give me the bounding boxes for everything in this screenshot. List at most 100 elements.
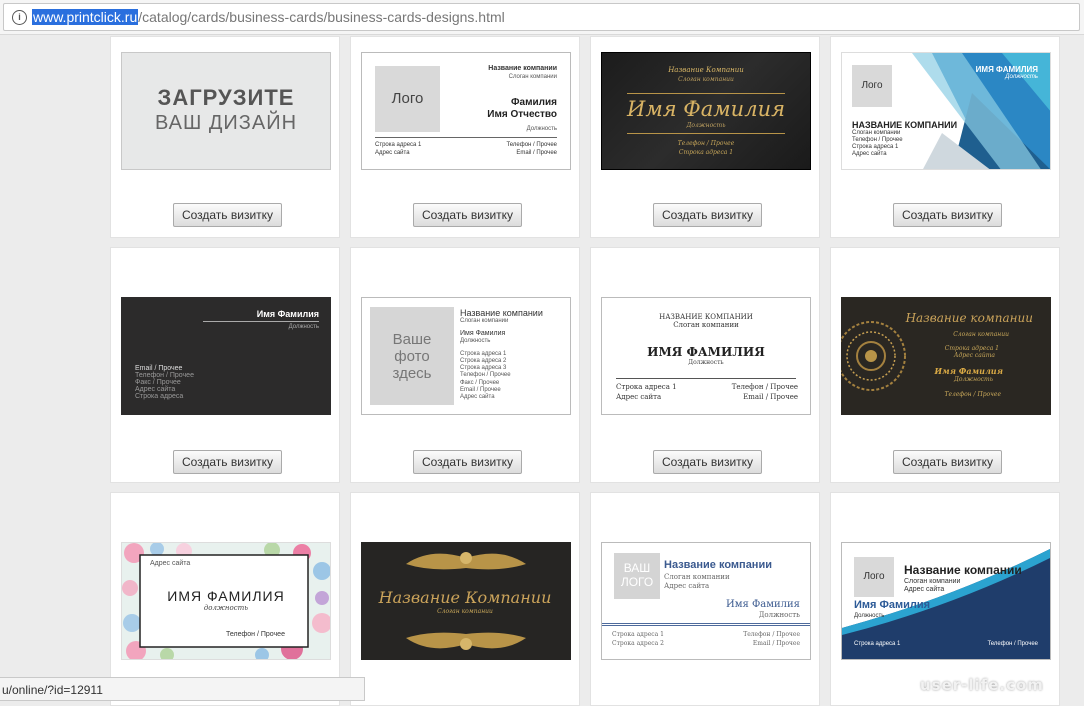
- design-tile: НАЗВАНИЕ КОМПАНИИ Слоган компании ИМЯ ФА…: [590, 247, 820, 483]
- card-text: НАЗВАНИЕ КОМПАНИИ: [852, 120, 958, 130]
- card-preview[interactable]: Лого ИМЯ ФАМИЛИЯ Должность НАЗВАНИЕ КОМП…: [841, 52, 1051, 170]
- card-text: Название компании: [905, 311, 1033, 325]
- card-text: Факс / Прочее: [460, 380, 500, 386]
- card-text: Адрес сайта: [616, 393, 662, 401]
- card-preview[interactable]: Лого Название компании Слоган компании А…: [841, 542, 1051, 660]
- card-text: Телефон / Прочее: [852, 137, 903, 143]
- card-text: Адрес сайта: [135, 386, 176, 393]
- card-text: ИМЯ ФАМИЛИЯ: [647, 345, 765, 359]
- design-tile: Лого Название компании Слоган компании А…: [830, 492, 1060, 706]
- divider: [375, 137, 557, 138]
- design-tile: Лого ИМЯ ФАМИЛИЯ Должность НАЗВАНИЕ КОМП…: [830, 36, 1060, 238]
- card-text: Имя Фамилия: [854, 599, 931, 611]
- card-preview[interactable]: Лого Название компании Слоган компании Ф…: [361, 52, 571, 170]
- card-text: Телефон / Прочее: [677, 140, 735, 147]
- url-text[interactable]: www.printclick.ru/catalog/cards/business…: [32, 9, 505, 25]
- card-text: Должность: [854, 613, 885, 619]
- card-text: Адрес сайта: [852, 151, 887, 157]
- card-text: Строка адреса 2: [460, 358, 507, 364]
- card-text: ВАШ: [623, 561, 651, 575]
- upload-subtitle: ВАШ ДИЗАЙН: [154, 112, 298, 134]
- design-tile: ВАШ ЛОГО Название компании Слоган компан…: [590, 492, 820, 706]
- card-text: Ваше: [392, 331, 432, 348]
- logo-placeholder: Лого: [852, 65, 892, 107]
- card-text: НАЗВАНИЕ КОМПАНИИ: [659, 313, 753, 321]
- address-bar[interactable]: i www.printclick.ru/catalog/cards/busine…: [3, 3, 1080, 31]
- card-text: Адрес сайта: [460, 394, 495, 400]
- card-text: Строка адреса 1: [852, 144, 899, 150]
- create-card-button[interactable]: Создать визитку: [893, 450, 1002, 474]
- design-tile: Название компании Слоган компании Строка…: [830, 247, 1060, 483]
- card-text: Имя Фамилия: [256, 309, 319, 319]
- create-card-button[interactable]: Создать визитку: [413, 450, 522, 474]
- card-preview[interactable]: Имя Фамилия Должность Email / Прочее Тел…: [121, 297, 331, 415]
- card-text: Телефон / Прочее: [731, 383, 798, 391]
- logo-placeholder: Лого: [375, 66, 440, 132]
- card-text: Слоган компании: [673, 321, 739, 329]
- card-text: Слоган компании: [460, 318, 509, 324]
- card-text: Имя Фамилия: [725, 599, 800, 610]
- card-text: Название компании: [904, 563, 1022, 577]
- divider: [616, 378, 796, 379]
- card-text: Телефон / Прочее: [743, 631, 800, 638]
- card-preview[interactable]: Название Компании Слоган компании: [361, 542, 571, 660]
- card-text: Email / Прочее: [135, 365, 183, 372]
- card-text: Телефон / Прочее: [226, 631, 285, 638]
- card-text: ИМЯ ФАМИЛИЯ: [167, 588, 285, 604]
- card-text: Строка адреса 2: [612, 640, 664, 647]
- card-text: Строка адреса: [135, 393, 184, 400]
- card-text: Должность: [953, 376, 993, 383]
- card-preview[interactable]: Ваше фото здесь Название компании Слоган…: [361, 297, 571, 415]
- design-tile: Адрес сайта ИМЯ ФАМИЛИЯ должность Телефо…: [110, 492, 340, 706]
- create-card-button[interactable]: Создать визитку: [653, 450, 762, 474]
- card-text: Должность: [1005, 74, 1038, 80]
- card-text: Должность: [526, 126, 557, 132]
- card-text: ЛОГО: [620, 575, 654, 589]
- create-card-button[interactable]: Создать визитку: [413, 203, 522, 227]
- card-text: должность: [203, 604, 249, 612]
- create-card-button[interactable]: Создать визитку: [173, 450, 282, 474]
- card-text: Имя Фамилия: [934, 366, 1003, 376]
- design-tile: Лого Название компании Слоган компании Ф…: [350, 36, 580, 238]
- card-text: Название компании: [664, 559, 772, 571]
- card-text: Слоган компании: [437, 608, 493, 615]
- card-text: Строка адреса 3: [460, 365, 507, 371]
- card-preview[interactable]: Адрес сайта ИМЯ ФАМИЛИЯ должность Телефо…: [121, 542, 331, 660]
- card-text: Название компании: [460, 308, 543, 318]
- card-text: Строка адреса 1: [612, 631, 664, 638]
- card-text: Адрес сайта: [664, 582, 710, 590]
- url-path: /catalog/cards/business-cards/business-c…: [138, 9, 505, 25]
- card-text: Имя Отчество: [487, 109, 557, 120]
- create-card-button[interactable]: Создать визитку: [893, 203, 1002, 227]
- design-tile: Название Компании Слоган компании Имя Фа…: [590, 36, 820, 238]
- gold-line: [627, 133, 785, 134]
- browser-toolbar: i www.printclick.ru/catalog/cards/busine…: [0, 0, 1084, 35]
- card-text: Слоган компании: [664, 573, 730, 581]
- create-card-button[interactable]: Создать визитку: [173, 203, 282, 227]
- card-text: Название Компании: [378, 588, 552, 607]
- card-text: Строка адреса 1: [678, 149, 734, 156]
- status-bar-url: u/online/?id=12911: [0, 677, 365, 701]
- card-text: Фамилия: [511, 97, 557, 108]
- card-text: Телефон / Прочее: [506, 142, 557, 148]
- card-text: Факс / Прочее: [135, 379, 181, 386]
- card-text: Адрес сайта: [904, 586, 945, 593]
- card-text: Строка адреса 1: [944, 345, 999, 352]
- card-text: Строка адреса 1: [375, 142, 422, 148]
- card-preview[interactable]: НАЗВАНИЕ КОМПАНИИ Слоган компании ИМЯ ФА…: [601, 297, 811, 415]
- upload-design-card[interactable]: ЗАГРУЗИТЕ ВАШ ДИЗАЙН: [121, 52, 331, 170]
- card-text: Email / Прочее: [752, 640, 800, 647]
- card-text: Телефон / Прочее: [987, 641, 1038, 647]
- card-preview[interactable]: Название компании Слоган компании Строка…: [841, 297, 1051, 415]
- card-preview[interactable]: Название Компании Слоган компании Имя Фа…: [601, 52, 811, 170]
- card-text: Адрес сайта: [953, 352, 995, 359]
- create-card-button[interactable]: Создать визитку: [653, 203, 762, 227]
- card-preview[interactable]: ВАШ ЛОГО Название компании Слоган компан…: [601, 542, 811, 660]
- card-text: Имя Фамилия: [460, 330, 506, 337]
- card-text: Адрес сайта: [375, 150, 410, 156]
- info-icon[interactable]: i: [12, 10, 27, 25]
- url-host: www.printclick.ru: [32, 9, 139, 25]
- card-text: Имя Фамилия: [627, 97, 785, 121]
- design-tile: ЗАГРУЗИТЕ ВАШ ДИЗАЙН Создать визитку: [110, 36, 340, 238]
- blue-divider: [602, 623, 810, 626]
